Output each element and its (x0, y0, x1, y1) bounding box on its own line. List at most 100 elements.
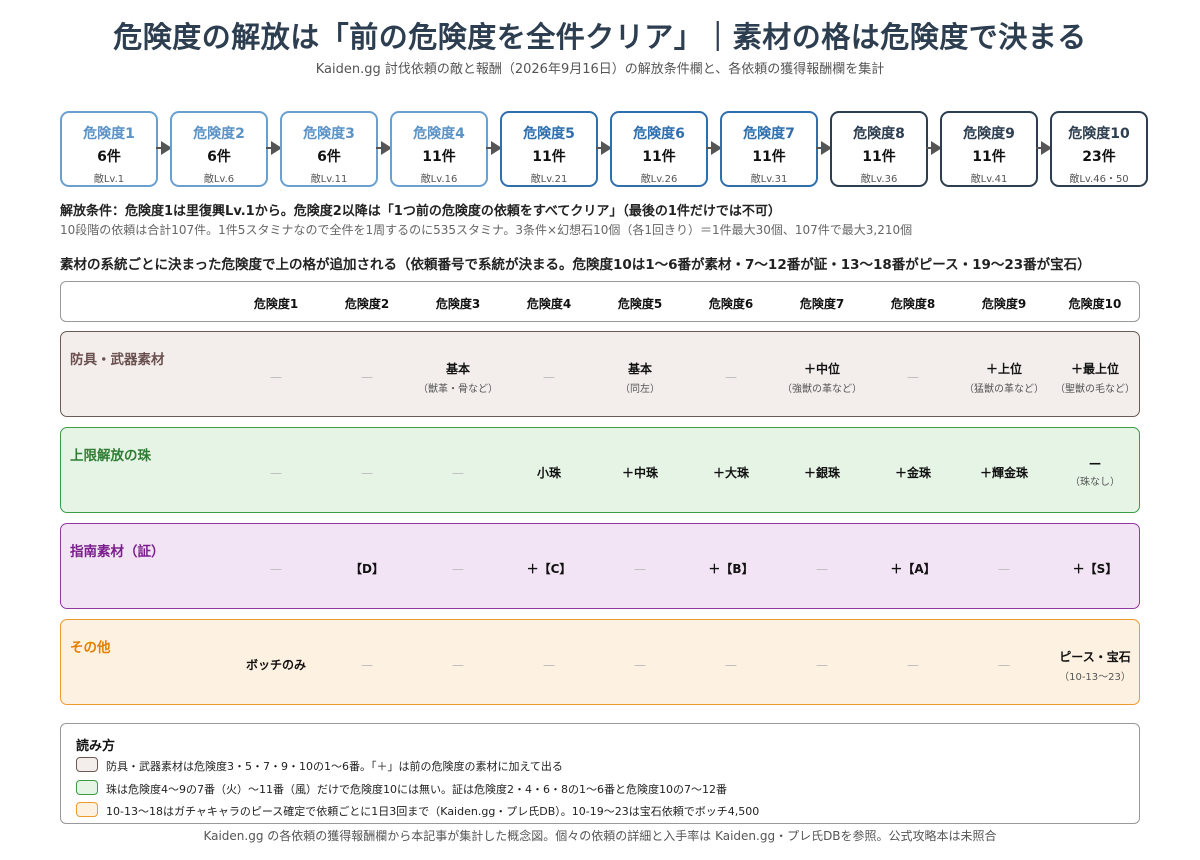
reward-cell: 基本 （獣革・骨など） (410, 360, 506, 395)
reward-cell: — (410, 466, 506, 480)
tier-name: 危険度5 (523, 126, 575, 142)
reward-cell: ＋最上位 （聖獣の毛など） (1047, 360, 1143, 395)
empty-marker: — (543, 658, 555, 672)
legend-text: 10-13〜18はガチャキャラのピース確定で依頼ごとに1日3回まで（Kaiden… (106, 805, 760, 818)
reward-value: ＋金珠 (894, 466, 931, 480)
reward-cell: — (774, 658, 870, 672)
tier-name: 危険度3 (303, 126, 355, 142)
tier-box-9: 危険度9 11件 敵Lv.41 (940, 111, 1038, 187)
reward-value: ピース・宝石 (1059, 650, 1131, 664)
reward-note: （同左） (620, 384, 660, 395)
column-header-row: 危険度1 危険度2 危険度3 危険度4 危険度5 危険度6 危険度7 危険度8 危険度9 危険度1… (60, 281, 1140, 322)
tier-enemy-level: 敵Lv.16 (420, 174, 458, 185)
unlock-condition: 解放条件：危険度1は里復興Lv.1から。危険度2以降は「1つ前の危険度の依頼をす… (60, 204, 781, 219)
empty-marker: — (998, 658, 1010, 672)
reward-cell: — (774, 562, 870, 576)
column-header: 危険度9 (981, 297, 1027, 311)
column-header: 危険度4 (526, 297, 572, 311)
empty-marker: — (816, 658, 828, 672)
column-header: 危険度5 (617, 297, 663, 311)
tier-enemy-level: 敵Lv.31 (750, 174, 788, 185)
tier-box-6: 危険度6 11件 敵Lv.26 (610, 111, 708, 187)
reward-cell: — (410, 658, 506, 672)
empty-marker: — (998, 562, 1010, 576)
empty-marker: — (361, 658, 373, 672)
tier-name: 危険度4 (413, 126, 465, 142)
tier-box-3: 危険度3 6件敵Lv.11 (280, 111, 378, 187)
tier-name: 危険度10 (1068, 126, 1130, 142)
reward-value: 基本 (627, 362, 652, 376)
tier-progression: 危険度1 6件 敵Lv.1 危険度2 6件 敵Lv.6 危険度3 6件 敵Lv.11 危険度4 11… (60, 111, 1148, 187)
column-header: 危険度7 (799, 297, 845, 311)
reward-cell: — (683, 658, 779, 672)
reward-cell: — (501, 370, 597, 384)
reward-cell: — (592, 562, 688, 576)
reward-note: （聖獣の毛など） (1055, 384, 1135, 395)
empty-marker: — (270, 370, 282, 384)
reward-cell: — (865, 370, 961, 384)
reward-value: 小珠 (536, 466, 561, 480)
page-subtitle: Kaiden.gg 討伐依頼の敵と報酬（2026年9月16日）の解放条件欄と、各… (315, 62, 885, 77)
reward-cell: ＋中位 （強獣の革など） (774, 360, 870, 395)
empty-marker: — (452, 562, 464, 576)
reward-cell: ＋【A】 (865, 560, 961, 577)
legend-swatch (76, 802, 98, 817)
empty-marker: — (907, 370, 919, 384)
tier-box-2: 危険度2 6件敵Lv.6 (170, 111, 268, 187)
reward-note: （獣革・骨など） (418, 384, 498, 395)
legend-swatch (76, 780, 98, 795)
reward-cell: ＋輝金珠 (956, 464, 1052, 481)
tier-name: 危険度8 (853, 126, 905, 142)
tier-box-7: 危険度7 11件 敵Lv.31 (720, 111, 818, 187)
reward-note: （珠なし） (1070, 477, 1120, 488)
reward-cell: ＋【C】 (501, 560, 597, 577)
reward-cell: — (228, 466, 324, 480)
band-label: 上限解放の珠 (70, 448, 151, 464)
empty-marker: — (361, 466, 373, 480)
reward-value: ＋【B】 (708, 562, 754, 576)
empty-marker: — (543, 370, 555, 384)
empty-marker: — (725, 658, 737, 672)
page-title: 危険度の解放は「前の危険度を全件クリア」｜素材の格は危険度で決まる (113, 20, 1087, 54)
tier-name: 危険度2 (193, 126, 245, 142)
reward-band: 防具・武器素材 — — 基本 （獣革・骨など） — 基本 （同左） — ＋中位 （強獣の革など） — ＋… (60, 331, 1140, 417)
tier-box-8: 危険度8 11件敵Lv.36 (830, 111, 928, 187)
legend-title: 読み方 (76, 739, 116, 754)
reward-note: （10-13〜23） (1059, 672, 1131, 683)
reward-cell: ＋中珠 (592, 464, 688, 481)
tier-name: 危険度7 (743, 126, 795, 142)
tier-enemy-level: 敵Lv.21 (530, 174, 568, 185)
tier-count: 6件 (317, 149, 341, 165)
tier-enemy-level: 敵Lv.6 (203, 174, 235, 185)
reward-band: 指南素材（証） — 【D】 — ＋【C】 — ＋【B】 — ＋【A】 — ＋【S】 (60, 523, 1140, 609)
reward-value: ＋輝金珠 (979, 466, 1028, 480)
empty-marker: — (725, 370, 737, 384)
reward-cell: — (865, 658, 961, 672)
reward-value: ＋【S】 (1072, 562, 1118, 576)
reward-cell: — (319, 658, 415, 672)
empty-marker: — (452, 466, 464, 480)
reward-band: その他 ボッチのみ — — — — — — — — ピース・宝石 （10-13〜23） (60, 619, 1140, 705)
band-label: その他 (70, 640, 111, 656)
reward-cell: — (956, 658, 1052, 672)
reward-cell: ＋大珠 (683, 464, 779, 481)
reward-value: ＋中珠 (621, 466, 658, 480)
empty-marker: — (634, 562, 646, 576)
tier-count: 11件 (862, 149, 896, 165)
footer-note: Kaiden.gg の各依頼の獲得報酬欄から本記事が集計した概念図。個々の依頼の… (203, 829, 997, 843)
reward-value: ＋中位 (803, 362, 840, 376)
reward-cell: ボッチのみ (228, 656, 324, 673)
tier-count: 11件 (972, 149, 1006, 165)
tier-enemy-level: 敵Lv.46・50 (1069, 174, 1129, 185)
reward-value: 【D】 (350, 562, 384, 576)
tier-count: 6件 (207, 149, 231, 165)
tier-enemy-level: 敵Lv.36 (860, 174, 898, 185)
reward-cell: — (683, 370, 779, 384)
legend-swatch (76, 757, 98, 772)
tier-count: 11件 (642, 149, 676, 165)
tier-enemy-level: 敵Lv.11 (310, 174, 348, 185)
reward-value: ＋大珠 (712, 466, 749, 480)
column-header: 危険度6 (708, 297, 754, 311)
reward-cell: ＋【B】 (683, 560, 779, 577)
empty-marker: — (452, 658, 464, 672)
